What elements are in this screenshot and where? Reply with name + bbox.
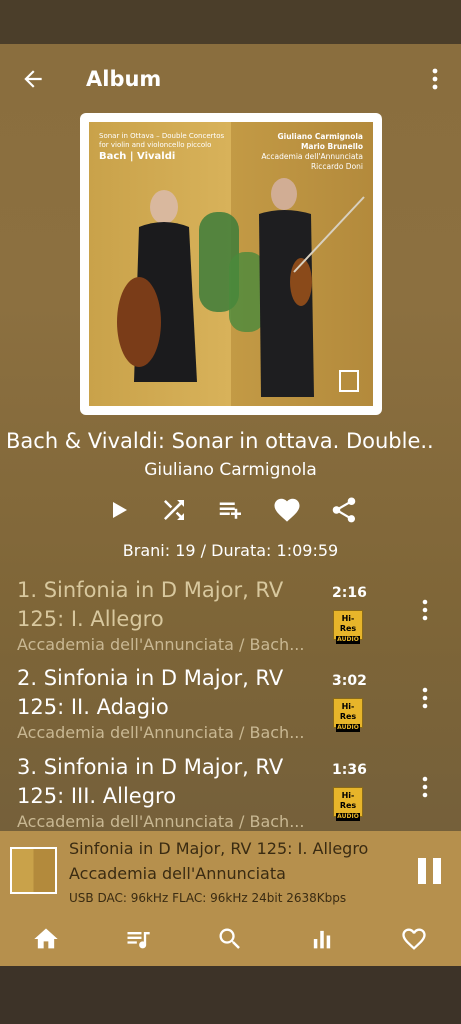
track-more-icon[interactable] [418, 684, 432, 714]
hi-res-badge-bottom: AUDIO [336, 724, 360, 732]
track-subtitle: Accademia dell'Annunciata / Bach... [17, 812, 305, 831]
now-playing-artist: Accademia dell'Annunciata [69, 864, 286, 883]
hi-res-badge: Hi-Res AUDIO [333, 698, 363, 732]
add-to-queue-icon[interactable] [216, 495, 246, 525]
page-title: Album [86, 67, 162, 91]
cover-subtitle-1: Sonar in Ottava – Double Concertos [99, 132, 225, 140]
now-playing-title: Sinfonia in D Major, RV 125: I. Allegro [69, 839, 369, 858]
album-stats: Brani: 19 / Durata: 1:09:59 [122, 541, 339, 560]
cover-artist-2: Mario Brunello [300, 142, 363, 151]
hi-res-badge: Hi-Res AUDIO [333, 610, 363, 644]
track-title: 2. Sinfonia in D Major, RV 125: II. Adag… [17, 666, 284, 719]
cover-left-text: Sonar in Ottava – Double Concertos for v… [99, 132, 224, 163]
play-icon[interactable] [104, 495, 134, 525]
queue-icon[interactable] [124, 925, 152, 953]
home-icon[interactable] [32, 925, 60, 953]
app-bar: Album [0, 44, 461, 112]
heart-icon[interactable] [272, 495, 302, 525]
track-subtitle: Accademia dell'Annunciata / Bach... [17, 723, 305, 742]
cover-subtitle-2: for violin and violoncello piccolo [99, 141, 212, 149]
mini-player-artwork [10, 847, 57, 894]
track-row-3[interactable]: 3. Sinfonia in D Major, RV 125: III. All… [0, 753, 461, 831]
share-icon[interactable] [329, 495, 359, 525]
hi-res-badge-top: Hi-Res [339, 614, 357, 633]
track-row-2[interactable]: 2. Sinfonia in D Major, RV 125: II. Adag… [0, 664, 461, 752]
track-row-1[interactable]: 1. Sinfonia in D Major, RV 125: I. Alleg… [0, 576, 461, 664]
album-cover: Sonar in Ottava – Double Concertos for v… [80, 113, 382, 415]
cover-right-text: Giuliano Carmignola Mario Brunello Accad… [261, 132, 363, 172]
track-subtitle: Accademia dell'Annunciata / Bach... [17, 635, 305, 654]
track-title: 1. Sinfonia in D Major, RV 125: I. Alleg… [17, 578, 284, 631]
album-cover-art: Sonar in Ottava – Double Concertos for v… [89, 122, 373, 406]
cover-conductor: Riccardo Doni [310, 162, 363, 171]
cover-artist-1: Giuliano Carmignola [277, 132, 363, 141]
shuffle-icon[interactable] [159, 495, 189, 525]
album-artist[interactable]: Giuliano Carmignola [0, 458, 461, 482]
track-duration: 3:02 [332, 673, 367, 689]
track-more-icon[interactable] [418, 596, 432, 626]
album-actions [0, 495, 461, 525]
label-logo [339, 370, 359, 392]
equalizer-icon[interactable] [308, 925, 336, 953]
mini-player[interactable]: Sinfonia in D Major, RV 125: I. Allegro … [0, 831, 461, 913]
hi-res-badge-top: Hi-Res [339, 791, 357, 810]
back-arrow-icon[interactable] [20, 66, 46, 92]
hi-res-badge-bottom: AUDIO [336, 813, 360, 821]
hi-res-badge-top: Hi-Res [339, 702, 357, 721]
track-duration: 2:16 [332, 585, 367, 601]
now-playing-format: USB DAC: 96kHz FLAC: 96kHz 24bit 2638Kbp… [69, 891, 347, 905]
track-title: 3. Sinfonia in D Major, RV 125: III. All… [17, 755, 284, 808]
track-more-icon[interactable] [418, 773, 432, 803]
search-icon[interactable] [216, 925, 244, 953]
album-title: Bach & Vivaldi: Sonar in ottava. Double.… [6, 429, 434, 453]
cover-composers: Bach | Vivaldi [99, 151, 176, 162]
pause-icon[interactable] [418, 858, 442, 884]
track-duration: 1:36 [332, 762, 367, 778]
cover-ensemble: Accademia dell'Annunciata [261, 152, 363, 161]
bottom-navigation [0, 913, 461, 966]
more-options-icon[interactable] [424, 66, 446, 92]
hi-res-badge-bottom: AUDIO [336, 636, 360, 644]
favorites-icon[interactable] [400, 925, 428, 953]
status-bar [0, 0, 461, 44]
hi-res-badge: Hi-Res AUDIO [333, 787, 363, 821]
